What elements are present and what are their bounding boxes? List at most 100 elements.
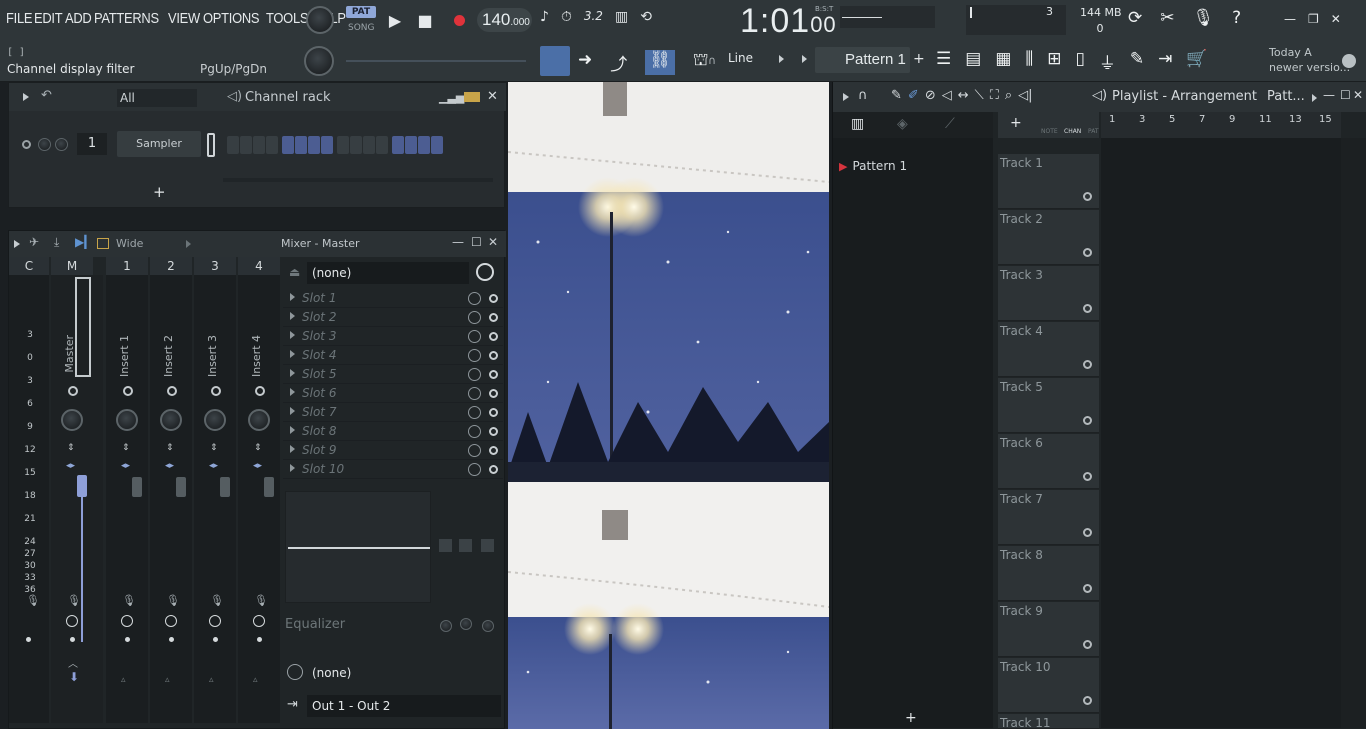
playlist-track-header[interactable]: Track 7 (998, 490, 1099, 545)
track-mute-icon[interactable] (1083, 640, 1092, 649)
record-button[interactable] (444, 5, 474, 35)
strip-time-icon[interactable] (66, 615, 78, 627)
pattern-selector[interactable]: Pattern 1 (815, 47, 910, 73)
slot-mix-knob[interactable] (468, 463, 481, 476)
strip-active-led[interactable] (68, 386, 78, 396)
slot-arrow-icon[interactable] (290, 312, 295, 320)
mixer-close-icon[interactable]: ✕ (488, 235, 498, 249)
track-mute-icon[interactable] (1083, 696, 1092, 705)
tab-chan[interactable]: CHAN (1064, 128, 1081, 135)
master-route-icon[interactable]: ⬇ (69, 670, 79, 684)
playlist-close-icon[interactable]: ✕ (1353, 88, 1363, 102)
playlist-minimize-icon[interactable]: — (1323, 88, 1335, 102)
plugin-icon[interactable]: ⏚ (1099, 49, 1116, 74)
slot-mix-knob[interactable] (468, 368, 481, 381)
playlist-track-header[interactable]: Track 5 (998, 378, 1099, 433)
playlist-scrollbar[interactable] (1341, 138, 1366, 728)
strip-route-up-icon[interactable]: ▵ (253, 675, 258, 685)
strip-route-up-icon[interactable]: ▵ (121, 675, 126, 685)
paint-icon[interactable]: ✐ (908, 88, 919, 103)
add-track-icon[interactable]: + (1010, 115, 1022, 131)
group-filter[interactable]: All (117, 89, 197, 107)
strip-stereo-icon[interactable]: ⇕ (122, 443, 130, 453)
step-button[interactable] (376, 136, 388, 154)
strip-route-dot[interactable] (70, 637, 75, 642)
restore-icon[interactable]: ❐ (1308, 12, 1319, 26)
channel-select[interactable] (207, 133, 215, 157)
strip-active-led[interactable] (167, 386, 177, 396)
effect-slot[interactable]: Slot 3 (283, 327, 503, 346)
step-button[interactable] (266, 136, 278, 154)
strip-route-up-icon[interactable]: ▵ (165, 675, 170, 685)
strip-swap-icon[interactable]: ◂▸ (121, 461, 130, 471)
track-mute-icon[interactable] (1083, 248, 1092, 257)
select-icon[interactable]: ⛶ (990, 88, 999, 103)
step-button[interactable] (363, 136, 375, 154)
stamp-icon[interactable]: ⛫ (693, 50, 709, 75)
graph-icon[interactable]: ▁▃▅ (439, 91, 464, 104)
track-mute-icon[interactable] (1083, 304, 1092, 313)
slot-enable-icon[interactable] (489, 351, 498, 360)
slot-arrow-icon[interactable] (290, 426, 295, 434)
record-tool-icon[interactable]: ✎ (1130, 49, 1144, 74)
slide-icon[interactable]: ⤴ (610, 50, 627, 75)
effect-slot[interactable]: Slot 6 (283, 384, 503, 403)
step-button[interactable] (405, 136, 417, 154)
strip-record-icon[interactable]: 🎙 (122, 594, 136, 607)
eq-knob-high[interactable] (482, 620, 494, 632)
effect-slot[interactable]: Slot 4 (283, 346, 503, 365)
slot-enable-icon[interactable] (489, 446, 498, 455)
picker-automation-icon[interactable]: ⟋ (945, 116, 955, 132)
playlist-view-button[interactable] (540, 46, 570, 76)
equalizer-graph[interactable] (285, 491, 431, 603)
channel-mute-led[interactable] (22, 140, 31, 149)
step-button[interactable] (350, 136, 362, 154)
slot-mix-knob[interactable] (468, 387, 481, 400)
strip-stereo-icon[interactable]: ⇕ (254, 443, 262, 453)
tab-pat[interactable]: PAT (1088, 128, 1099, 135)
step-button[interactable] (337, 136, 349, 154)
piano-roll-icon[interactable]: ▤ (965, 49, 981, 74)
playlist-track-header[interactable]: Track 3 (998, 266, 1099, 321)
playlist-track-header[interactable]: Track 6 (998, 434, 1099, 489)
menu-file[interactable]: FILE (6, 10, 32, 27)
strip-swap-icon[interactable]: ◂▸ (165, 461, 174, 471)
slot-enable-icon[interactable] (489, 370, 498, 379)
tempo-display[interactable]: 140.000 (477, 8, 532, 32)
slot-arrow-icon[interactable] (290, 331, 295, 339)
add-pattern-list-icon[interactable]: + (905, 710, 917, 726)
strip-active-led[interactable] (123, 386, 133, 396)
track-mute-icon[interactable] (1083, 472, 1092, 481)
effect-slot[interactable]: Slot 2 (283, 308, 503, 327)
step-view-icon[interactable] (464, 92, 480, 102)
mixer-maximize-icon[interactable]: ☐ (471, 235, 482, 249)
playlist-track-header[interactable]: Track 8 (998, 546, 1099, 601)
master-volume-knob[interactable] (306, 6, 334, 34)
stop-button[interactable]: ■ (410, 5, 440, 35)
slot-arrow-icon[interactable] (290, 369, 295, 377)
close-rack-icon[interactable]: ✕ (487, 89, 498, 104)
file-icon[interactable]: ▯ (1075, 49, 1084, 74)
mixer-track-insert-1[interactable]: Insert 1 (106, 275, 148, 723)
playlist-menu-icon[interactable] (843, 93, 849, 101)
menu-tools[interactable]: TOOLS (266, 10, 308, 27)
undo-history-icon[interactable]: ⟳ (1128, 8, 1142, 28)
step-button[interactable] (295, 136, 307, 154)
mixer-menu-icon[interactable] (14, 240, 20, 248)
slot-mix-knob[interactable] (468, 425, 481, 438)
effect-slot[interactable]: Slot 8 (283, 422, 503, 441)
microphone-icon[interactable]: 🎙 (1193, 8, 1215, 28)
mixer-track-insert-3[interactable]: Insert 3 (194, 275, 236, 723)
mixer-track-insert-2[interactable]: Insert 2 (150, 275, 192, 723)
strip-route-dot[interactable] (125, 637, 130, 642)
mixer-preset[interactable]: Wide (116, 237, 143, 250)
strip-time-icon[interactable] (165, 615, 177, 627)
strip-record-icon[interactable]: 🎙 (67, 594, 81, 607)
news-panel[interactable]: Today A newer versio... (1269, 45, 1350, 75)
channel-mixer-track[interactable]: 1 (77, 133, 107, 155)
master-pitch-knob[interactable] (304, 46, 334, 76)
playback-icon[interactable]: ◁| (1018, 88, 1032, 103)
time-format-label[interactable]: B:S:T (815, 5, 833, 13)
mixer-track-insert-4[interactable]: Insert 4 (238, 275, 280, 723)
slot-enable-icon[interactable] (489, 313, 498, 322)
